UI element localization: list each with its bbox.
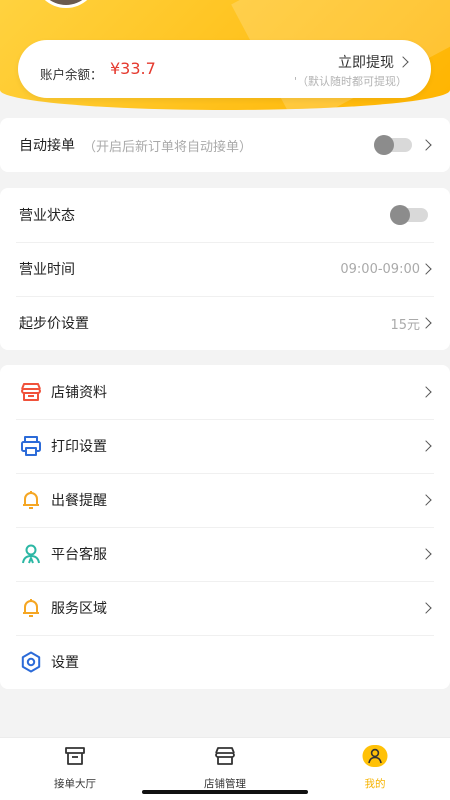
withdraw-label: 立即提现 <box>338 55 394 71</box>
menu-item-store-info[interactable]: 店铺资料 <box>0 365 450 419</box>
settings-gear-icon <box>19 650 43 674</box>
business-hours-row[interactable]: 营业时间 09:00-09:00 <box>0 242 450 296</box>
business-status-label: 营业状态 <box>19 208 75 224</box>
menu-card: 店铺资料 打印设置 出餐提醒 平台客服 服务区域 设置 <box>0 365 450 689</box>
chevron-right-icon[interactable] <box>420 139 432 151</box>
store-icon <box>213 744 237 772</box>
chevron-right-icon <box>420 494 432 506</box>
chevron-right-icon <box>420 602 432 614</box>
menu-label-store-info: 店铺资料 <box>51 385 107 401</box>
tab-order-hall[interactable]: 接单大厅 <box>0 738 150 800</box>
store-icon <box>19 380 43 404</box>
chevron-right-icon <box>397 56 409 68</box>
menu-item-customer-service[interactable]: 平台客服 <box>0 527 450 581</box>
bell-icon <box>19 488 43 512</box>
balance-amount: ¥33.7 <box>110 59 156 78</box>
bell-icon <box>19 596 43 620</box>
menu-label-print-settings: 打印设置 <box>51 439 107 455</box>
balance-label: 账户余额： <box>40 67 103 82</box>
chevron-right-icon <box>420 386 432 398</box>
menu-item-settings[interactable]: 设置 <box>0 635 450 689</box>
menu-item-meal-reminder[interactable]: 出餐提醒 <box>0 473 450 527</box>
min-price-label: 起步价设置 <box>19 316 89 332</box>
chevron-right-icon <box>420 317 432 329</box>
tab-label-mine: 我的 <box>364 778 386 790</box>
tab-label-store-management: 店铺管理 <box>204 778 246 790</box>
menu-label-meal-reminder: 出餐提醒 <box>51 493 107 509</box>
menu-label-customer-service: 平台客服 <box>51 547 107 563</box>
auto-accept-hint: （开启后新订单将自动接单） <box>83 139 253 155</box>
menu-item-service-area[interactable]: 服务区域 <box>0 581 450 635</box>
home-indicator <box>142 790 308 794</box>
auto-accept-card: 自动接单 （开启后新订单将自动接单） <box>0 118 450 172</box>
avatar[interactable] <box>34 0 98 8</box>
box-icon <box>63 744 87 772</box>
tab-label-order-hall: 接单大厅 <box>54 778 96 790</box>
auto-accept-label: 自动接单 <box>19 138 75 154</box>
withdraw-button[interactable]: 立即提现 <box>338 52 409 72</box>
business-settings-card: 营业状态 营业时间 09:00-09:00 起步价设置 15元 <box>0 188 450 350</box>
menu-label-service-area: 服务区域 <box>51 601 107 617</box>
chevron-right-icon <box>420 440 432 452</box>
printer-icon <box>19 434 43 458</box>
auto-accept-row: 自动接单 （开启后新订单将自动接单） <box>0 118 450 172</box>
business-status-row: 营业状态 <box>0 188 450 242</box>
menu-label-settings: 设置 <box>51 655 79 671</box>
user-icon <box>362 744 388 772</box>
business-hours-label: 营业时间 <box>19 262 75 278</box>
auto-accept-toggle[interactable] <box>374 135 412 155</box>
withdraw-hint: '（默认随时都可提现） <box>293 75 407 88</box>
chevron-right-icon <box>420 263 432 275</box>
business-hours-value: 09:00-09:00 <box>340 261 420 277</box>
chevron-right-icon <box>420 548 432 560</box>
tab-mine[interactable]: 我的 <box>300 738 450 800</box>
balance-card: 账户余额： ¥33.7 立即提现 '（默认随时都可提现） <box>18 40 431 98</box>
min-price-value: 15元 <box>390 317 420 333</box>
menu-item-print-settings[interactable]: 打印设置 <box>0 419 450 473</box>
business-status-toggle[interactable] <box>390 205 428 225</box>
customer-service-icon <box>19 542 43 566</box>
min-price-row[interactable]: 起步价设置 15元 <box>0 296 450 350</box>
